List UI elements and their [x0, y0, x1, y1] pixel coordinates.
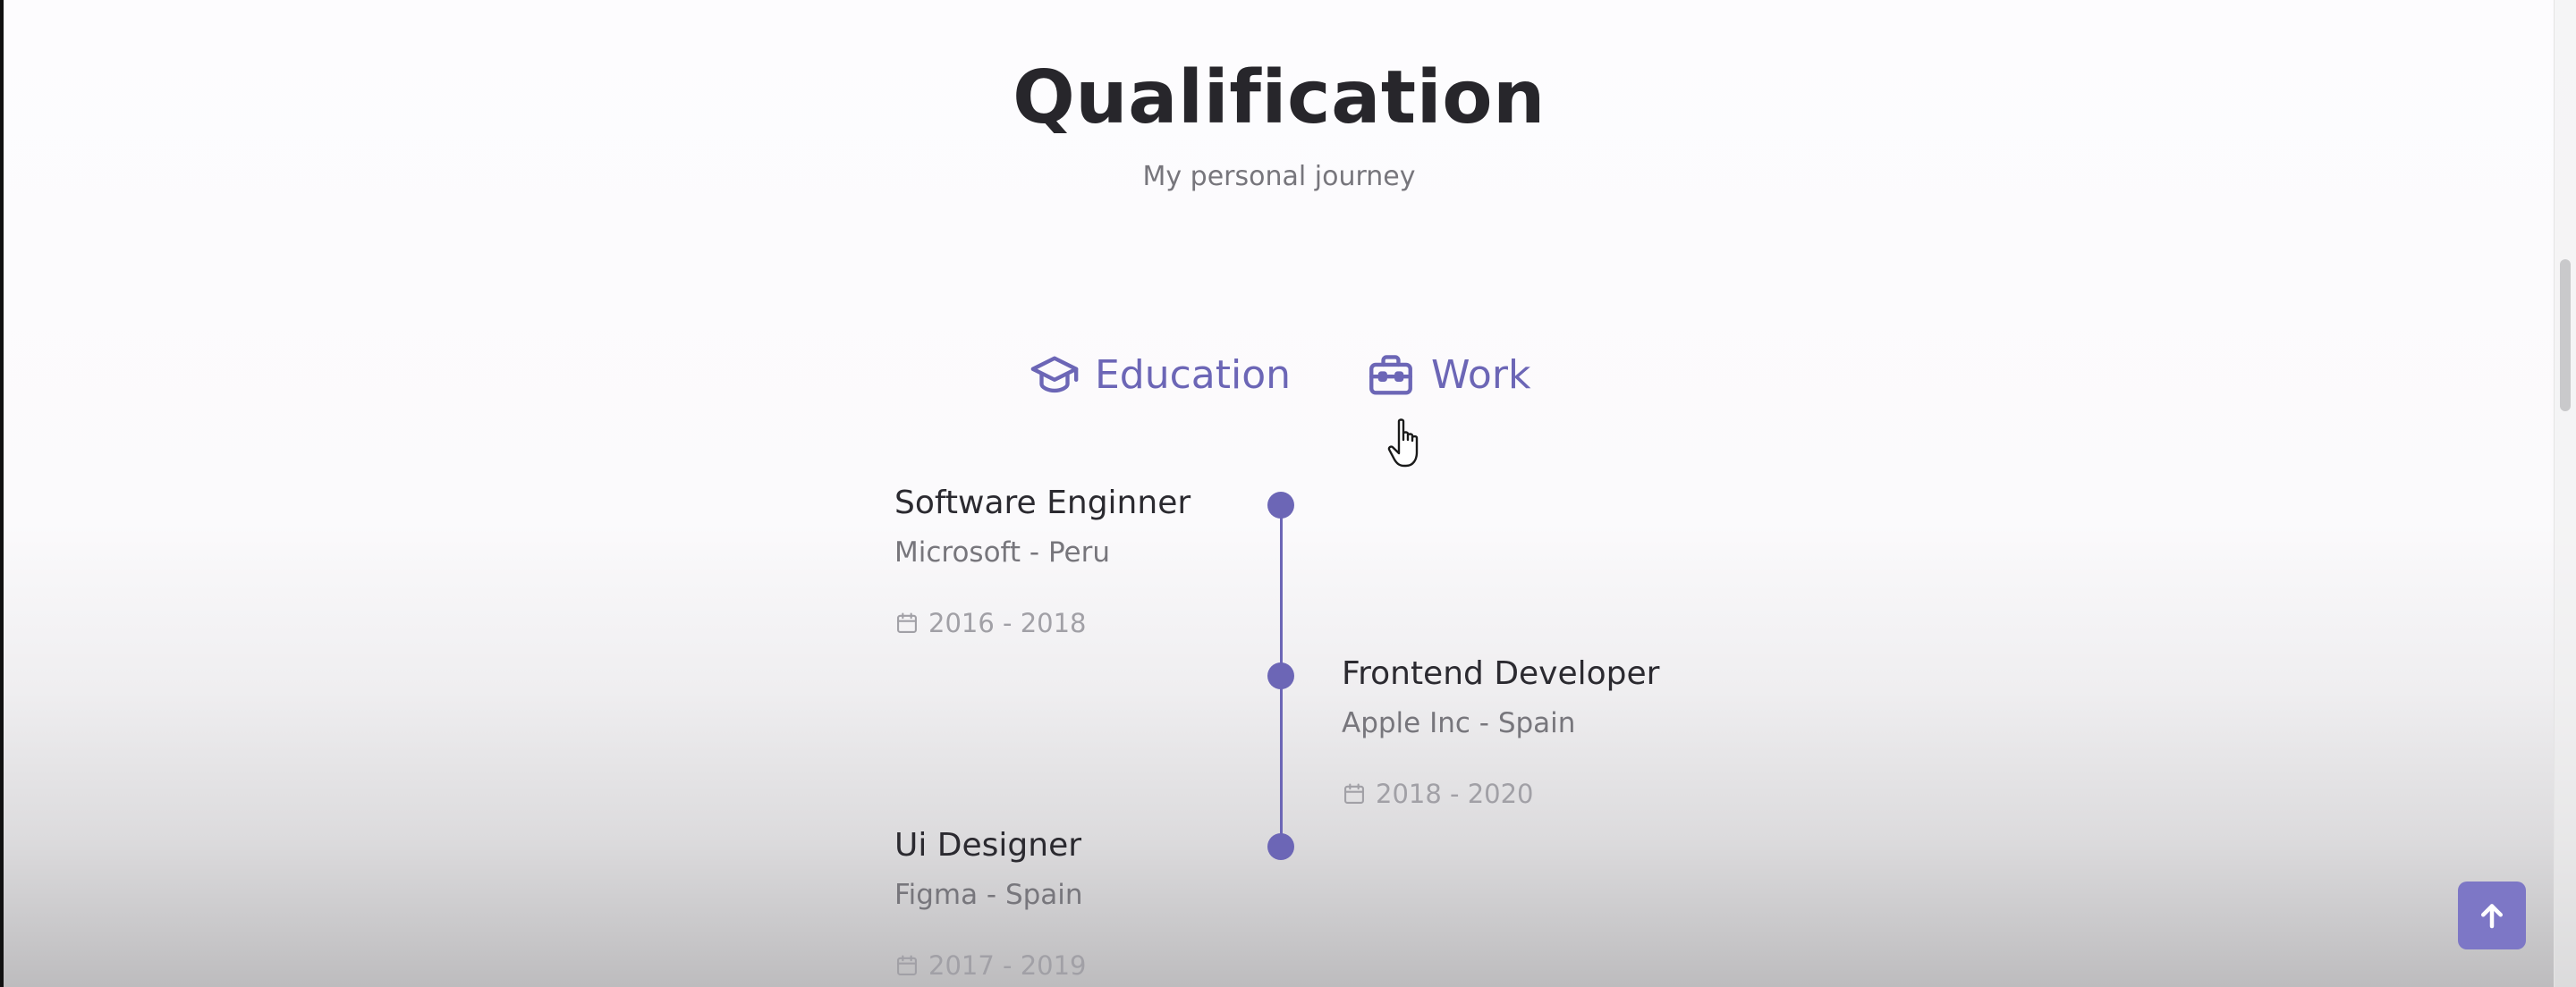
tab-education-label: Education [1095, 352, 1292, 398]
entry-date: 2018 - 2020 [1342, 779, 1843, 809]
entry-title: Software Enginner [894, 485, 1191, 521]
timeline-entry: Frontend Developer Apple Inc - Spain 201… [1342, 655, 1843, 809]
entry-title: Ui Designer [894, 827, 1082, 864]
timeline-entry: Software Enginner Microsoft - Peru 2016 … [894, 485, 1395, 638]
arrow-up-icon [2481, 904, 2503, 929]
briefcase-icon [1365, 350, 1417, 401]
timeline-entry: Ui Designer Figma - Spain 2017 - 2019 [894, 827, 1395, 981]
calendar-icon [1342, 781, 1367, 806]
entry-subtitle: Microsoft - Peru [894, 536, 1111, 569]
page-scrollbar[interactable] [2554, 0, 2576, 987]
entry-subtitle: Apple Inc - Spain [1342, 707, 1576, 739]
scroll-up-button[interactable] [2458, 882, 2526, 949]
entry-date-text: 2018 - 2020 [1376, 779, 1534, 809]
entry-date-text: 2016 - 2018 [928, 608, 1087, 638]
calendar-icon [894, 953, 919, 978]
timeline-dot [1267, 662, 1294, 689]
tab-work-label: Work [1431, 352, 1531, 398]
entry-date-text: 2017 - 2019 [928, 950, 1087, 981]
tab-work[interactable]: Work [1365, 343, 1530, 408]
entry-date: 2016 - 2018 [894, 608, 1395, 638]
entry-subtitle: Figma - Spain [894, 879, 1083, 911]
graduation-cap-icon [1029, 350, 1080, 401]
entry-title: Frontend Developer [1342, 655, 1660, 692]
entry-date: 2017 - 2019 [894, 950, 1395, 981]
window-left-edge [0, 0, 4, 987]
section-title: Qualification [1013, 55, 1546, 140]
calendar-icon [894, 611, 919, 636]
scrollbar-thumb[interactable] [2560, 259, 2571, 411]
hand-pointer-cursor-icon [1387, 418, 1419, 468]
tab-education[interactable]: Education [1029, 343, 1291, 408]
section-subtitle: My personal journey [1142, 161, 1416, 192]
